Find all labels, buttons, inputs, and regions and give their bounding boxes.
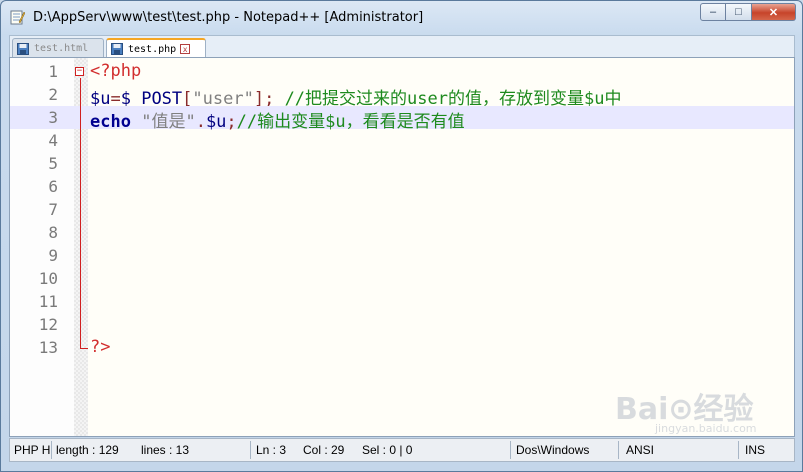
line-number: 8 — [48, 223, 58, 242]
close-button[interactable]: ✕ — [752, 3, 796, 21]
window-controls: – □ ✕ — [700, 3, 796, 21]
tab-close-icon[interactable]: x — [180, 44, 191, 54]
line-number: 7 — [48, 200, 58, 219]
line-number: 12 — [38, 315, 58, 334]
tab-label: test.php — [128, 43, 177, 55]
php-close-tag: ?> — [90, 337, 111, 357]
fold-range-line — [80, 78, 81, 348]
title-bar[interactable]: D:\AppServ\www\test\test.php - Notepad++… — [1, 1, 802, 33]
tab-bar: test.html test.php x — [9, 35, 795, 58]
tab-label: test.html — [34, 43, 89, 54]
line-number: 6 — [48, 177, 58, 196]
status-line-position: Ln : 3 — [256, 443, 287, 457]
code-line-9: 9 — [10, 244, 794, 267]
tab-test-html[interactable]: test.html — [12, 38, 104, 58]
baidu-watermark: Bai⊙经验 jingyan.baidu.com — [615, 384, 765, 436]
code-line-13: 13 ?> — [10, 336, 794, 359]
saved-file-icon — [111, 43, 123, 55]
status-file-type: PHP H — [14, 443, 51, 457]
code-line-7: 7 — [10, 198, 794, 221]
watermark-url: jingyan.baidu.com — [655, 422, 757, 435]
notepad-window: D:\AppServ\www\test\test.php - Notepad++… — [0, 0, 803, 472]
status-encoding: ANSI — [626, 443, 655, 457]
fold-collapse-icon[interactable]: − — [75, 67, 84, 76]
minimize-button[interactable]: – — [700, 3, 726, 21]
code-line-4: 4 — [10, 129, 794, 152]
line-number: 9 — [48, 246, 58, 265]
line-number: 10 — [38, 269, 58, 288]
notepad-app-icon — [10, 10, 25, 25]
code-line-2: 2 $u=$_POST["user"]; //把提交过来的user的值，存放到变… — [10, 83, 794, 109]
code-line-10: 10 — [10, 267, 794, 290]
status-selection: Sel : 0 | 0 — [362, 443, 413, 457]
line-number: 13 — [38, 338, 58, 357]
code-line-8: 8 — [10, 221, 794, 244]
status-bar: PHP H length : 129 lines : 13 Ln : 3 Col… — [9, 438, 795, 462]
code-line-1: 1 − <?php — [10, 60, 794, 83]
saved-file-icon — [17, 42, 29, 55]
maximize-icon: □ — [735, 6, 742, 18]
line-number: 1 — [48, 62, 58, 81]
status-insert-mode: INS — [745, 443, 766, 457]
minimize-icon: – — [709, 6, 717, 18]
status-eol-format: Dos\Windows — [516, 443, 590, 457]
code-line-11: 11 — [10, 290, 794, 313]
line-number: 4 — [48, 131, 58, 150]
line-number: 3 — [48, 108, 58, 127]
maximize-button[interactable]: □ — [726, 3, 752, 21]
php-open-tag: <?php — [90, 61, 142, 81]
status-column-position: Col : 29 — [303, 443, 345, 457]
code-line-6: 6 — [10, 175, 794, 198]
code-line-12: 12 — [10, 313, 794, 336]
close-icon: ✕ — [768, 6, 779, 19]
code-editor[interactable]: 1 − <?php 2 $u=$_POST["user"]; //把提交过来的u… — [9, 57, 795, 437]
fold-end-marker — [80, 348, 88, 349]
code-line-3: 3 echo "值是".$u;//输出变量$u，看看是否有值 — [10, 106, 794, 132]
line-number: 11 — [38, 292, 58, 311]
line-number: 2 — [48, 85, 58, 104]
status-lines: lines : 13 — [141, 443, 190, 457]
window-title: D:\AppServ\www\test\test.php - Notepad++… — [33, 10, 424, 25]
code-line-5: 5 — [10, 152, 794, 175]
status-length: length : 129 — [56, 443, 119, 457]
tab-test-php[interactable]: test.php x — [106, 38, 206, 58]
line-number: 5 — [48, 154, 58, 173]
